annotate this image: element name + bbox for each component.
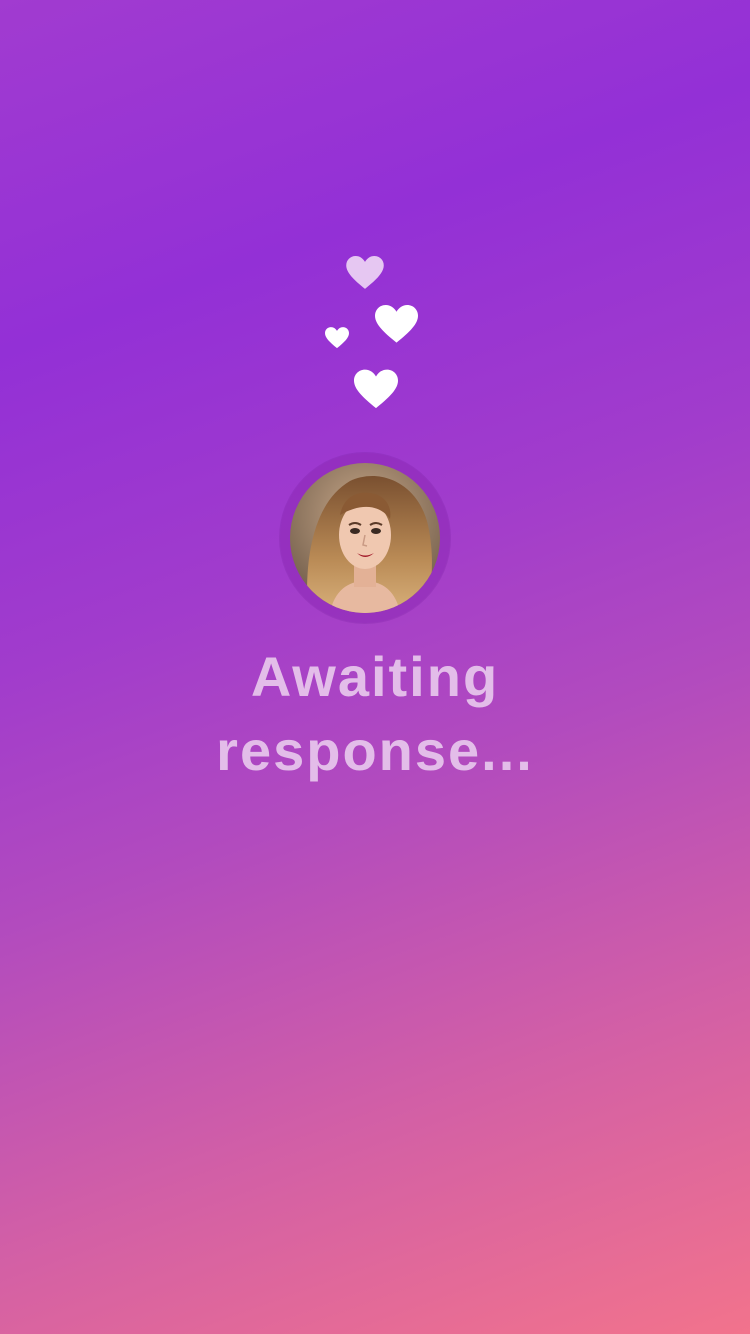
- awaiting-response-screen: Awaiting response...: [0, 0, 750, 1334]
- awaiting-response-text: Awaiting response...: [0, 640, 750, 788]
- status-line-1: Awaiting: [250, 645, 500, 708]
- heart-icon: [375, 305, 418, 344]
- heart-icon: [325, 327, 349, 349]
- heart-icon: [346, 256, 384, 290]
- heart-icon: [354, 369, 398, 410]
- status-line-2: response...: [216, 719, 534, 782]
- avatar: [290, 463, 440, 613]
